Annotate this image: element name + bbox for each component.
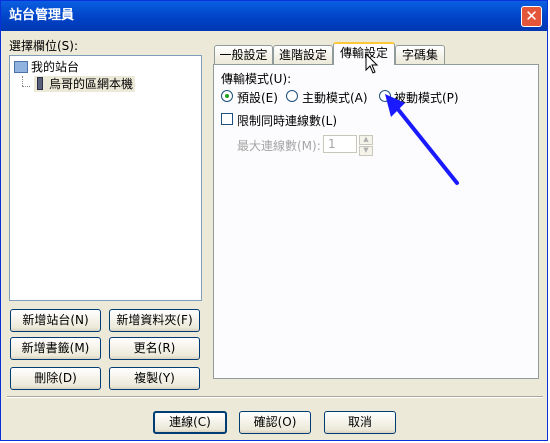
max-connections-spinner[interactable]: ▲ ▼	[359, 135, 373, 156]
tree-item-my-sites[interactable]: 我的站台	[14, 59, 79, 75]
new-site-button[interactable]: 新增站台(N)	[10, 309, 101, 332]
limit-connections-checkbox[interactable]	[221, 113, 233, 125]
max-connections-label: 最大連線數(M):	[237, 139, 321, 153]
site-manager-window: 站台管理員 ✕ 選擇欄位(S): 我的站台 烏哥的區網本機 新增站台(N) 新增…	[0, 0, 548, 441]
rename-button[interactable]: 更名(R)	[109, 337, 200, 360]
tree-item-label: 我的站台	[31, 60, 80, 74]
transfer-mode-label: 傳輸模式(U):	[221, 72, 292, 86]
new-folder-button[interactable]: 新增資料夾(F)	[109, 309, 200, 332]
max-connections-input[interactable]: 1	[323, 135, 357, 153]
close-button[interactable]: ✕	[521, 6, 542, 27]
folder-icon	[14, 61, 28, 73]
close-icon: ✕	[525, 7, 538, 25]
tab-transfer[interactable]: 傳輸設定	[333, 42, 395, 65]
radio-active-mode[interactable]	[286, 90, 298, 102]
delete-button[interactable]: 刪除(D)	[10, 367, 101, 390]
select-entry-label: 選擇欄位(S):	[9, 39, 79, 53]
connect-button[interactable]: 連線(C)	[153, 411, 227, 434]
title-bar: 站台管理員 ✕	[1, 1, 547, 31]
radio-active-label: 主動模式(A)	[302, 91, 368, 105]
tree-item-label: 烏哥的區網本機	[49, 77, 134, 91]
cancel-button[interactable]: 取消	[324, 411, 396, 434]
mouse-cursor-icon	[365, 53, 379, 74]
server-icon	[37, 77, 43, 90]
radio-default[interactable]	[221, 90, 233, 102]
window-title: 站台管理員	[9, 8, 75, 23]
tab-advanced[interactable]: 進階設定	[273, 45, 333, 64]
copy-button[interactable]: 複製(Y)	[109, 367, 200, 390]
limit-connections-label: 限制同時連線數(L)	[237, 114, 338, 128]
tab-charset[interactable]: 字碼集	[395, 45, 445, 64]
spin-down-icon[interactable]: ▼	[359, 146, 373, 156]
radio-default-label: 預設(E)	[237, 91, 278, 105]
site-tree[interactable]: 我的站台 烏哥的區網本機	[9, 55, 202, 301]
ok-button[interactable]: 確認(O)	[239, 411, 311, 434]
spin-up-icon[interactable]: ▲	[359, 135, 373, 145]
tree-item-local-site[interactable]: 烏哥的區網本機	[34, 76, 136, 92]
new-bookmark-button[interactable]: 新增書籤(M)	[10, 337, 101, 360]
tab-general[interactable]: 一般設定	[214, 45, 273, 64]
annotation-arrow-icon	[385, 94, 459, 185]
footer-separator	[7, 396, 543, 398]
